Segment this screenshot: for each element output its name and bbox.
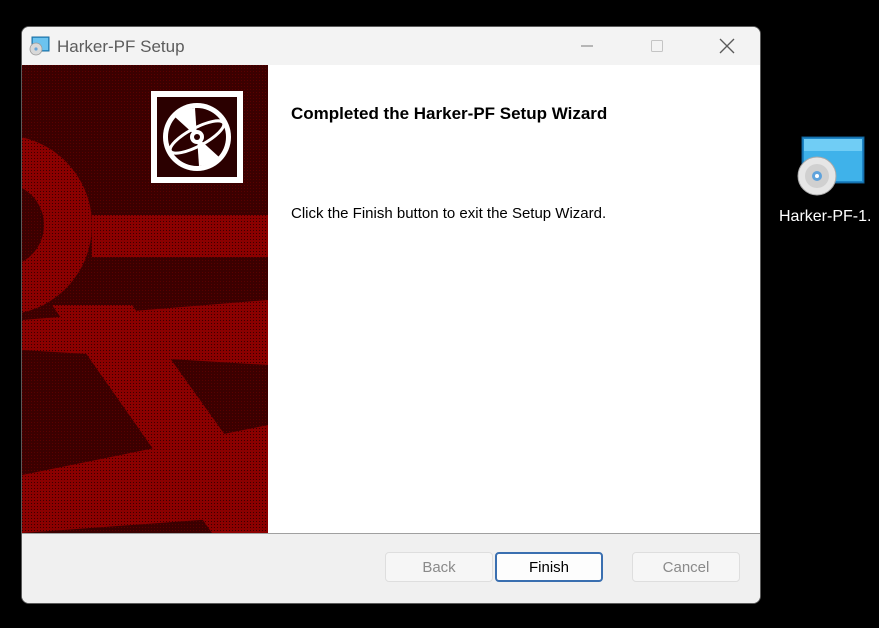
- setup-window: Harker-PF Setup Completed the Harker-PF …: [21, 26, 761, 604]
- wizard-footer: Back Finish Cancel: [22, 534, 760, 603]
- wizard-content: Completed the Harker-PF Setup Wizard Cli…: [22, 65, 760, 533]
- wizard-heading: Completed the Harker-PF Setup Wizard: [291, 104, 608, 123]
- msi-installer-icon[interactable]: [796, 136, 866, 196]
- cancel-button[interactable]: Cancel: [632, 552, 740, 582]
- minimize-icon: [581, 45, 593, 47]
- minimize-button[interactable]: [552, 27, 622, 65]
- back-button[interactable]: Back: [385, 552, 493, 582]
- window-title: Harker-PF Setup: [57, 37, 185, 56]
- finish-button[interactable]: Finish: [495, 552, 603, 582]
- close-button[interactable]: [692, 27, 760, 65]
- installer-disc-icon: [29, 36, 50, 56]
- desktop-icon-label[interactable]: Harker-PF-1.: [779, 208, 871, 226]
- wizard-message: Click the Finish button to exit the Setu…: [291, 205, 607, 222]
- maximize-button[interactable]: [622, 27, 692, 65]
- close-icon: [719, 38, 735, 54]
- title-bar[interactable]: Harker-PF Setup: [22, 27, 760, 65]
- wizard-banner: [22, 65, 268, 533]
- maximize-icon: [651, 40, 663, 52]
- cd-disc-icon: [151, 91, 243, 183]
